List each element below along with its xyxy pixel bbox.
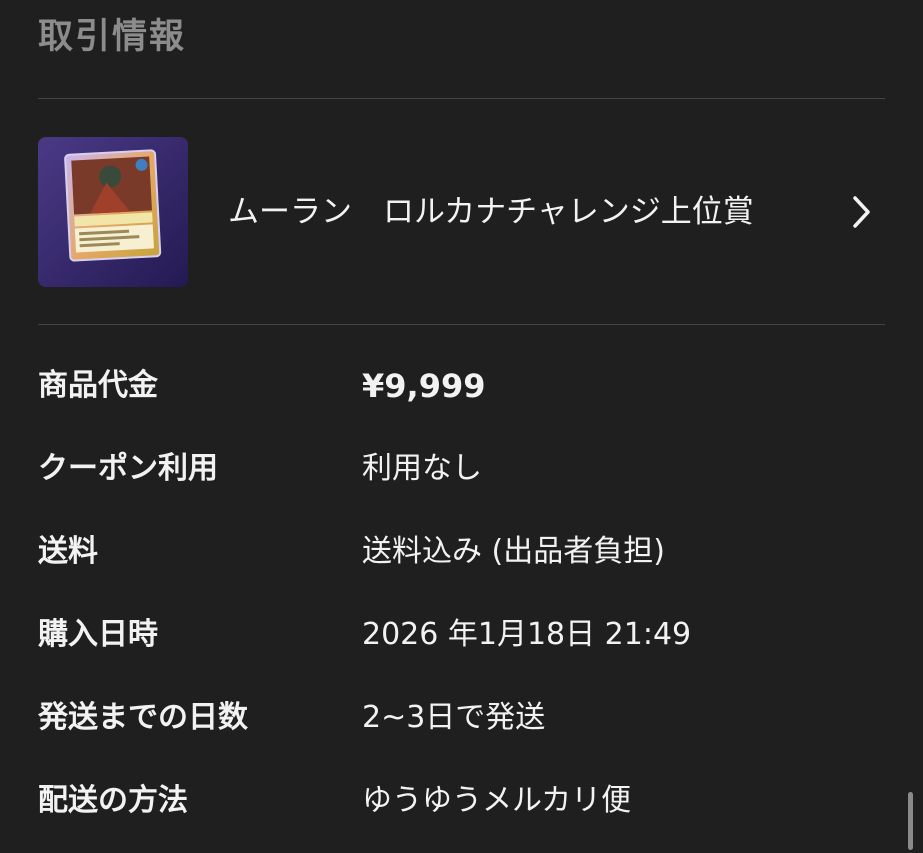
purchase-date-value: 2026 年1月18日 21:49 <box>362 617 692 652</box>
trading-card-image <box>38 137 188 287</box>
detail-row-item-price: 商品代金 ¥9,999 <box>38 361 885 411</box>
item-title: ムーラン ロルカナチャレンジ上位賞 <box>228 194 754 230</box>
detail-row-shipping-method: 配送の方法 ゆうゆうメルカリ便 <box>38 776 885 826</box>
detail-label: 商品代金 <box>38 368 158 403</box>
shipping-method-value: ゆうゆうメルカリ便 <box>362 783 632 818</box>
divider <box>38 324 885 325</box>
item-link-row[interactable]: ムーラン ロルカナチャレンジ上位賞 <box>38 137 885 287</box>
transaction-info-screen: 取引情報 ムーラン ロルカナチャレンジ上位賞 商品代金 ¥9,999 クーポン利… <box>0 0 923 853</box>
vertical-scrollbar[interactable] <box>908 792 913 850</box>
detail-row-shipping-fee: 送料 送料込み (出品者負担) <box>38 527 885 577</box>
detail-label: 送料 <box>38 534 98 569</box>
detail-label: 購入日時 <box>38 617 158 652</box>
item-price-value: ¥9,999 <box>362 367 486 405</box>
section-title: 取引情報 <box>38 17 187 57</box>
detail-row-purchase-date: 購入日時 2026 年1月18日 21:49 <box>38 610 885 660</box>
item-thumbnail <box>38 137 188 287</box>
detail-label: 発送までの日数 <box>38 700 248 735</box>
detail-label: 配送の方法 <box>38 783 188 818</box>
coupon-value: 利用なし <box>362 451 482 486</box>
detail-row-coupon: クーポン利用 利用なし <box>38 444 885 494</box>
days-to-ship-value: 2~3日で発送 <box>362 700 546 735</box>
shipping-fee-value: 送料込み (出品者負担) <box>362 534 665 569</box>
detail-row-days-to-ship: 発送までの日数 2~3日で発送 <box>38 693 885 743</box>
detail-label: クーポン利用 <box>38 451 218 486</box>
divider <box>38 98 885 99</box>
chevron-right-icon[interactable] <box>846 192 876 232</box>
